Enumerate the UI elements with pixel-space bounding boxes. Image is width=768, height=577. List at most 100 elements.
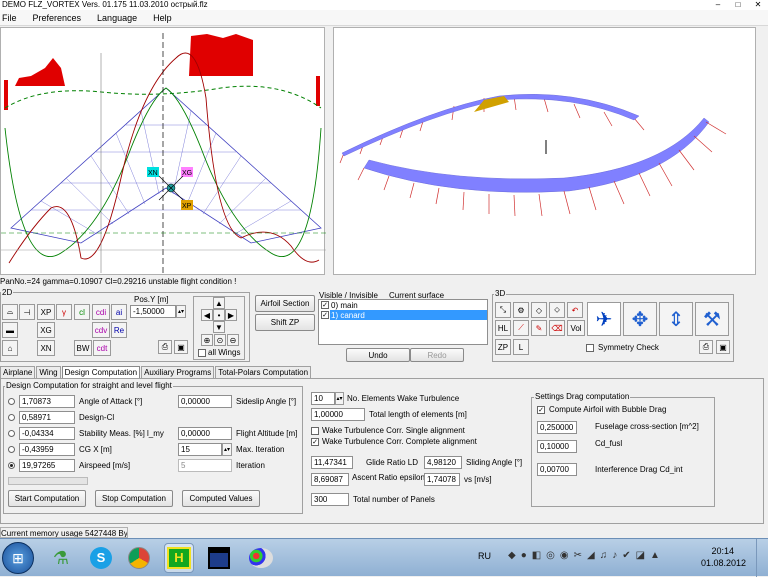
clock-time[interactable]: 20:14 xyxy=(711,546,734,556)
sideslip-field[interactable]: 0,00000 xyxy=(178,395,232,408)
tail-view-button[interactable]: ⊣ xyxy=(19,304,35,320)
wake-elements-field[interactable]: 10 xyxy=(311,392,335,405)
taskbar-save[interactable] xyxy=(204,543,234,573)
airfoil-section-button[interactable]: Airfoil Section xyxy=(255,295,315,312)
pos-y-input[interactable]: -1,50000 xyxy=(130,305,176,318)
vol-button[interactable]: Vol xyxy=(567,320,585,336)
view-2d[interactable]: XN XG XP xyxy=(0,27,326,275)
show-desktop-button[interactable] xyxy=(756,539,768,577)
minimize-button[interactable]: – xyxy=(708,0,728,10)
xg-button[interactable]: XG xyxy=(37,322,55,338)
clock-date[interactable]: 01.08.2012 xyxy=(701,558,746,568)
tab-airplane[interactable]: Airplane xyxy=(0,366,36,378)
3d-tool-4[interactable]: ⬦ xyxy=(549,302,565,318)
fuselage-view-button[interactable]: ▬ xyxy=(2,322,18,338)
taskbar-skype[interactable]: S xyxy=(86,543,116,573)
interference-drag-field[interactable]: 0,00700 xyxy=(537,463,577,476)
undo-button[interactable]: Undo xyxy=(346,348,410,362)
ai-button[interactable]: ai xyxy=(111,304,127,320)
zoom-view-button[interactable]: ⇕ xyxy=(659,302,693,336)
taskbar-app-1[interactable]: ⚗ xyxy=(46,543,76,573)
cdt-button[interactable]: cdt xyxy=(93,340,111,356)
start-button[interactable]: ⊞ xyxy=(2,542,34,574)
tab-auxiliary-programs[interactable]: Auxiliary Programs xyxy=(141,366,215,378)
cg-x-field[interactable]: -0,43959 xyxy=(19,443,75,456)
3d-tool-7[interactable]: ⌫ xyxy=(549,320,565,336)
arrow-down-button[interactable]: ▼ xyxy=(213,321,225,333)
radio-stability[interactable] xyxy=(8,430,15,437)
bw-button[interactable]: BW xyxy=(74,340,92,356)
taskbar-chrome[interactable] xyxy=(124,543,154,573)
save-3d-button[interactable]: ▣ xyxy=(716,340,730,354)
taskbar-flz[interactable]: H xyxy=(164,543,194,573)
surface-canard-checkbox[interactable]: ✓ xyxy=(321,311,329,319)
arrow-right-button[interactable]: ▶ xyxy=(225,309,237,321)
3d-tool-6[interactable]: ✎ xyxy=(531,320,547,336)
tray-icons[interactable]: ◆●◧◎◉✂◢♫♪✔◪▲ xyxy=(508,550,665,561)
3d-undo-view-button[interactable]: ↶ xyxy=(567,302,583,318)
3d-tool-2[interactable]: ⚙ xyxy=(513,302,529,318)
design-cl-field[interactable]: 0,58971 xyxy=(19,411,75,424)
max-iteration-spinner[interactable]: ▴▾ xyxy=(222,443,232,456)
wake-complete-checkbox[interactable]: ✓ xyxy=(311,438,319,446)
language-indicator[interactable]: RU xyxy=(478,551,491,561)
wake-length-field[interactable]: 1,00000 xyxy=(311,408,365,421)
bubble-drag-checkbox[interactable]: ✓ xyxy=(537,406,545,414)
zoom-in-button[interactable]: ⊕ xyxy=(201,334,213,346)
zoom-fit-button[interactable]: ⊙ xyxy=(214,334,226,346)
arrow-left-button[interactable]: ◀ xyxy=(201,309,213,321)
3d-tool-3[interactable]: ◇ xyxy=(531,302,547,318)
view-3d[interactable] xyxy=(333,27,756,275)
l-button[interactable]: L xyxy=(513,339,529,355)
zp-button[interactable]: ZP xyxy=(495,339,511,355)
arrow-up-button[interactable]: ▲ xyxy=(213,297,225,309)
start-computation-button[interactable]: Start Computation xyxy=(8,490,86,507)
airfoil-view-button[interactable]: ⌂ xyxy=(2,340,18,356)
re-button[interactable]: Re xyxy=(111,322,127,338)
altitude-field[interactable]: 0,00000 xyxy=(178,427,232,440)
stability-field[interactable]: -0,04334 xyxy=(19,427,75,440)
taskbar-paint[interactable] xyxy=(246,543,276,573)
fuselage-cross-section-field[interactable]: 0,250000 xyxy=(537,421,577,434)
radio-angle-of-attack[interactable] xyxy=(8,398,15,405)
hammer-button[interactable]: ⚒ xyxy=(695,302,729,336)
maximize-button[interactable]: □ xyxy=(728,0,748,10)
stop-computation-button[interactable]: Stop Computation xyxy=(95,490,173,507)
symmetry-check-checkbox[interactable] xyxy=(586,344,594,352)
hl-button[interactable]: HL xyxy=(495,320,511,336)
menu-help[interactable]: Help xyxy=(151,13,172,23)
cdi-button[interactable]: cdi xyxy=(92,304,110,320)
gamma-button[interactable]: γ xyxy=(56,304,72,320)
angle-of-attack-field[interactable]: 1,70873 xyxy=(19,395,75,408)
close-button[interactable]: ✕ xyxy=(748,0,768,10)
move-view-button[interactable]: ✥ xyxy=(623,302,657,336)
arrow-center-button[interactable]: • xyxy=(213,309,225,321)
all-wings-checkbox[interactable] xyxy=(198,349,206,357)
menu-language[interactable]: Language xyxy=(95,13,137,23)
wing-view-button[interactable]: ⌓ xyxy=(2,304,18,320)
3d-tool-5[interactable]: ⟋ xyxy=(513,320,529,336)
print-2d-button[interactable]: ⎙ xyxy=(158,340,172,354)
rotate-view-button[interactable]: ✈ xyxy=(587,302,621,336)
cdv-button[interactable]: cdv xyxy=(92,322,110,338)
surface-canard[interactable]: 1) canard xyxy=(331,310,365,321)
radio-airspeed[interactable] xyxy=(8,462,15,469)
xp-button[interactable]: XP xyxy=(37,304,55,320)
surface-main-checkbox[interactable]: ✓ xyxy=(321,301,329,309)
cl-button[interactable]: cl xyxy=(74,304,90,320)
computed-values-button[interactable]: Computed Values xyxy=(182,490,260,507)
save-2d-button[interactable]: ▣ xyxy=(174,340,188,354)
cd-fusl-field[interactable]: 0,10000 xyxy=(537,440,577,453)
shift-zp-button[interactable]: Shift ZP xyxy=(255,314,315,331)
menu-preferences[interactable]: Preferences xyxy=(31,13,82,23)
wake-elements-spinner[interactable]: ▴▾ xyxy=(335,392,344,405)
xn-button[interactable]: XN xyxy=(37,340,55,356)
max-iteration-field[interactable]: 15 xyxy=(178,443,222,456)
airspeed-field[interactable]: 19,97265 xyxy=(19,459,75,472)
tab-wing[interactable]: Wing xyxy=(36,366,61,378)
print-3d-button[interactable]: ⎙ xyxy=(699,340,713,354)
radio-cg-x[interactable] xyxy=(8,446,15,453)
radio-design-cl[interactable] xyxy=(8,414,15,421)
3d-tool-1[interactable]: ⤡ xyxy=(495,302,511,318)
wake-single-checkbox[interactable] xyxy=(311,427,319,435)
